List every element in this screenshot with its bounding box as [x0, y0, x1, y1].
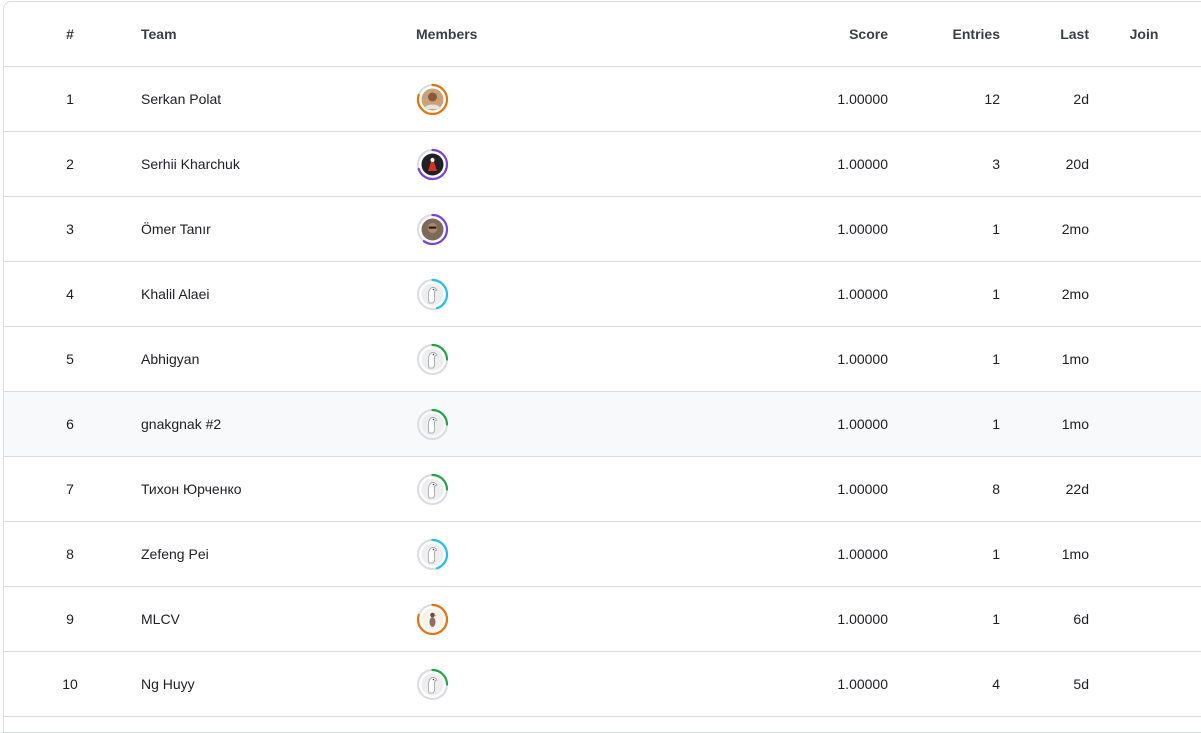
last-submission-cell: 2mo: [1061, 286, 1089, 302]
rank-cell: 6: [66, 416, 74, 432]
table-row[interactable]: 4 Khalil Alaei 1.00000 1 2mo: [4, 262, 1201, 327]
rank-cell: 4: [66, 286, 74, 302]
rank-cell: 1: [66, 91, 74, 107]
team-name-link[interactable]: Ömer Tanır: [141, 197, 401, 261]
rank-cell: 2: [66, 156, 74, 172]
rank-cell: 10: [62, 676, 78, 692]
last-submission-cell: 2d: [1073, 91, 1089, 107]
member-avatar[interactable]: [416, 668, 449, 701]
last-submission-cell: 20d: [1065, 156, 1089, 172]
score-cell: 1.00000: [837, 481, 888, 497]
team-name-link[interactable]: Ng Huyy: [141, 652, 401, 716]
header-score[interactable]: Score: [688, 2, 888, 66]
last-submission-cell: 1mo: [1061, 546, 1089, 562]
score-cell: 1.00000: [837, 156, 888, 172]
table-header-row: # Team Members Score Entries Last Join: [4, 2, 1201, 67]
last-submission-cell: 5d: [1073, 676, 1089, 692]
member-avatar[interactable]: [416, 83, 449, 116]
table-row[interactable]: 6 gnakgnak #2 1.00000 1 1mo: [4, 392, 1201, 457]
join-cell: [1114, 587, 1174, 651]
entries-cell: 8: [992, 481, 1000, 497]
last-submission-cell: 22d: [1065, 481, 1089, 497]
table-row[interactable]: 2 Serhii Kharchuk 1.00000 3 20d: [4, 132, 1201, 197]
team-name-link[interactable]: Zefeng Pei: [141, 522, 401, 586]
header-last[interactable]: Last: [994, 2, 1089, 66]
header-join: Join: [1129, 26, 1159, 42]
join-cell: [1114, 522, 1174, 586]
leaderboard-table: # Team Members Score Entries Last Join 1…: [3, 1, 1201, 733]
member-avatar[interactable]: [416, 603, 449, 636]
table-row[interactable]: 1 Serkan Polat 1.00000 12 2d: [4, 67, 1201, 132]
member-avatar[interactable]: [416, 278, 449, 311]
join-cell: [1114, 392, 1174, 456]
entries-cell: 1: [992, 221, 1000, 237]
member-avatar[interactable]: [416, 538, 449, 571]
last-submission-cell: 1mo: [1061, 351, 1089, 367]
member-avatar[interactable]: [416, 473, 449, 506]
entries-cell: 1: [992, 286, 1000, 302]
team-name-link[interactable]: Abhigyan: [141, 327, 401, 391]
entries-cell: 3: [992, 156, 1000, 172]
table-row[interactable]: 9 MLCV 1.00000 1 6d: [4, 587, 1201, 652]
join-cell: [1114, 132, 1174, 196]
last-submission-cell: 1mo: [1061, 416, 1089, 432]
rank-cell: 7: [66, 481, 74, 497]
header-rank[interactable]: #: [4, 2, 136, 66]
score-cell: 1.00000: [837, 611, 888, 627]
header-team[interactable]: Team: [141, 2, 401, 66]
rank-cell: 3: [66, 221, 74, 237]
entries-cell: 4: [992, 676, 1000, 692]
table-row[interactable]: 3 Ömer Tanır 1.00000 1 2mo: [4, 197, 1201, 262]
team-name-link[interactable]: Serhii Kharchuk: [141, 132, 401, 196]
entries-cell: 1: [992, 611, 1000, 627]
table-body: 1 Serkan Polat 1.00000 12 2d 2 Serhii Kharchuk…: [4, 67, 1201, 717]
rank-cell: 5: [66, 351, 74, 367]
table-row[interactable]: 7 Тихон Юрченко 1.00000 8 22d: [4, 457, 1201, 522]
entries-cell: 1: [992, 416, 1000, 432]
member-avatar[interactable]: [416, 213, 449, 246]
score-cell: 1.00000: [837, 676, 888, 692]
entries-cell: 12: [984, 91, 1000, 107]
score-cell: 1.00000: [837, 546, 888, 562]
member-avatar[interactable]: [416, 148, 449, 181]
join-cell: [1114, 327, 1174, 391]
join-cell: [1114, 262, 1174, 326]
join-cell: [1114, 652, 1174, 716]
team-name-link[interactable]: Serkan Polat: [141, 67, 401, 131]
team-name-link[interactable]: MLCV: [141, 587, 401, 651]
team-name-link[interactable]: Тихон Юрченко: [141, 457, 401, 521]
score-cell: 1.00000: [837, 221, 888, 237]
score-cell: 1.00000: [837, 286, 888, 302]
header-members: Members: [416, 26, 478, 42]
table-row[interactable]: 5 Abhigyan 1.00000 1 1mo: [4, 327, 1201, 392]
rank-cell: 9: [66, 611, 74, 627]
team-name-link[interactable]: gnakgnak #2: [141, 392, 401, 456]
last-submission-cell: 6d: [1073, 611, 1089, 627]
header-entries[interactable]: Entries: [904, 2, 1000, 66]
last-submission-cell: 2mo: [1061, 221, 1089, 237]
rank-cell: 8: [66, 546, 74, 562]
team-name-link[interactable]: Khalil Alaei: [141, 262, 401, 326]
score-cell: 1.00000: [837, 351, 888, 367]
score-cell: 1.00000: [837, 416, 888, 432]
member-avatar[interactable]: [416, 408, 449, 441]
score-cell: 1.00000: [837, 91, 888, 107]
member-avatar[interactable]: [416, 343, 449, 376]
entries-cell: 1: [992, 351, 1000, 367]
join-cell: [1114, 67, 1174, 131]
entries-cell: 1: [992, 546, 1000, 562]
table-row[interactable]: 10 Ng Huyy 1.00000 4 5d: [4, 652, 1201, 717]
join-cell: [1114, 457, 1174, 521]
table-row[interactable]: 8 Zefeng Pei 1.00000 1 1mo: [4, 522, 1201, 587]
join-cell: [1114, 197, 1174, 261]
